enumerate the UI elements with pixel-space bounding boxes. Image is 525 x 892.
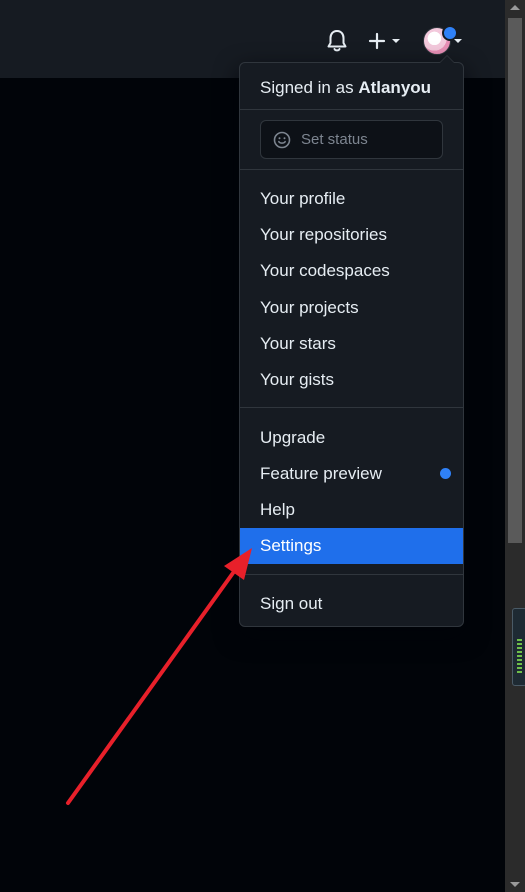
menu-item-label: Settings (260, 536, 322, 555)
scroll-up-icon[interactable] (510, 5, 520, 10)
smiley-icon (273, 131, 291, 148)
menu-divider (240, 169, 463, 170)
menu-item-label: Feature preview (260, 464, 382, 483)
signed-in-prefix: Signed in as (260, 78, 354, 97)
side-widget[interactable] (512, 608, 525, 686)
menu-item-label: Your stars (260, 334, 336, 353)
username[interactable]: Atlanyou (358, 78, 431, 97)
menu-divider (240, 109, 463, 110)
set-status-button[interactable]: Set status (260, 120, 443, 159)
menu-item-label: Sign out (260, 594, 323, 613)
plus-icon (368, 32, 386, 50)
menu-item-label: Your codespaces (260, 261, 390, 280)
menu-divider (240, 574, 463, 575)
set-status-label: Set status (301, 131, 368, 148)
menu-item-label: Your repositories (260, 225, 387, 244)
menu-item-your-stars[interactable]: Your stars (240, 326, 463, 362)
menu-item-feature-preview[interactable]: Feature preview (240, 456, 463, 492)
level-meter-icon (517, 639, 522, 675)
menu-item-label: Upgrade (260, 428, 326, 447)
scrollbar-thumb[interactable] (508, 18, 522, 543)
user-dropdown-menu: Signed in as Atlanyou Set status Your pr… (239, 55, 464, 627)
menu-item-sign-out[interactable]: Sign out (240, 586, 463, 622)
page: Signed in as Atlanyou Set status Your pr… (0, 0, 525, 892)
menu-item-your-codespaces[interactable]: Your codespaces (240, 253, 463, 289)
bell-icon (327, 30, 347, 52)
menu-item-label: Your projects (260, 298, 359, 317)
chevron-down-icon (392, 39, 400, 43)
signed-in-label: Signed in as Atlanyou (260, 78, 431, 98)
notifications-button[interactable] (326, 27, 352, 55)
chevron-down-icon (454, 39, 462, 43)
menu-item-label: Your gists (260, 370, 335, 389)
menu-item-upgrade[interactable]: Upgrade (240, 420, 463, 456)
menu-divider (240, 407, 463, 408)
create-new-button[interactable] (368, 27, 408, 55)
vertical-scrollbar[interactable] (505, 0, 525, 892)
menu-item-settings[interactable]: Settings (240, 528, 463, 564)
menu-item-your-gists[interactable]: Your gists (240, 362, 463, 398)
menu-item-your-profile[interactable]: Your profile (240, 181, 463, 217)
menu-item-help[interactable]: Help (240, 492, 463, 528)
user-menu-button[interactable] (420, 24, 466, 58)
scroll-down-icon[interactable] (510, 882, 520, 887)
menu-item-label: Your profile (260, 189, 346, 208)
new-feature-dot-icon (440, 468, 451, 479)
menu-item-label: Help (260, 500, 295, 519)
menu-item-your-projects[interactable]: Your projects (240, 290, 463, 326)
menu-item-your-repositories[interactable]: Your repositories (240, 217, 463, 253)
